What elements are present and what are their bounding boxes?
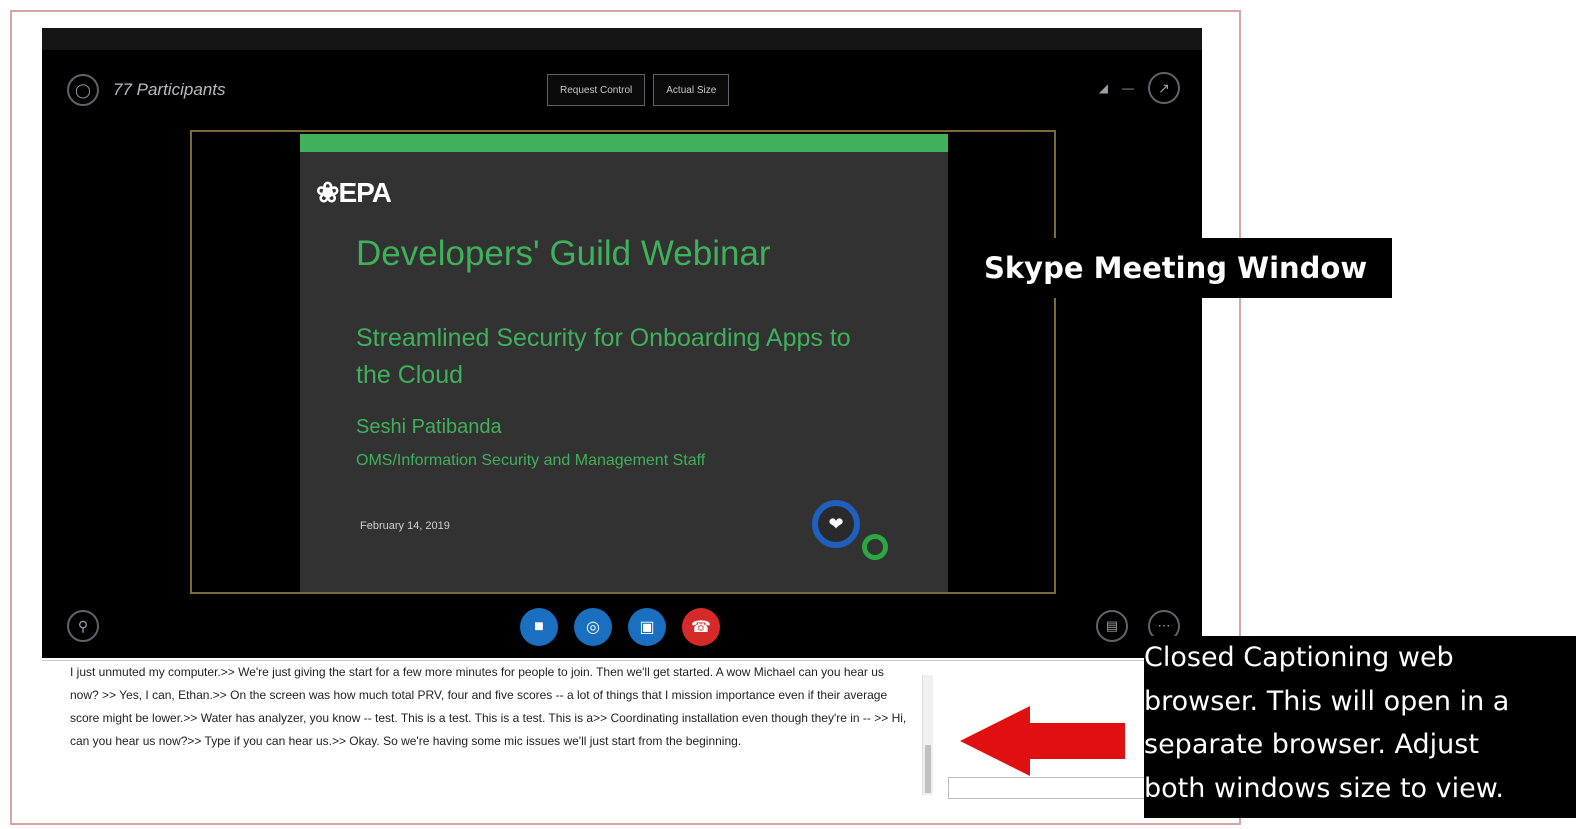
cc-label-line: separate browser. Adjust xyxy=(1144,729,1479,760)
content-stage: ❀EPA Developers' Guild Webinar Streamlin… xyxy=(190,130,1056,594)
chat-icon[interactable]: ◯ xyxy=(67,74,99,106)
top-left-bar: ◯ 77 Participants xyxy=(67,74,225,106)
end-call-icon[interactable]: ☎ xyxy=(682,608,720,646)
closed-captioning-label: Closed Captioning web browser. This will… xyxy=(1144,636,1576,818)
cc-label-line: Closed Captioning web xyxy=(1144,642,1454,673)
slide-date: February 14, 2019 xyxy=(360,520,450,532)
actual-size-button[interactable]: Actual Size xyxy=(653,74,730,106)
mic-icon[interactable]: ◎ xyxy=(574,608,612,646)
skype-meeting-window: ◯ 77 Participants Request Control Actual… xyxy=(42,28,1202,658)
slide-organization: OMS/Information Security and Management … xyxy=(356,452,706,469)
caption-scroll-thumb[interactable] xyxy=(925,745,931,793)
call-controls: ■ ◎ ▣ ☎ xyxy=(520,608,720,646)
participants-count[interactable]: 77 Participants xyxy=(113,80,225,100)
cc-label-line: browser. This will open in a xyxy=(1144,685,1510,717)
popout-icon[interactable]: ↗ xyxy=(1148,72,1180,104)
status-ring-icon xyxy=(862,534,888,560)
top-controls: Request Control Actual Size xyxy=(547,74,730,106)
epa-logo: ❀EPA xyxy=(316,177,392,208)
caption-input-field[interactable] xyxy=(948,777,1150,799)
skype-window-label: Skype Meeting Window xyxy=(972,238,1392,298)
slide-title: Developers' Guild Webinar xyxy=(356,234,771,273)
present-icon[interactable]: ▣ xyxy=(628,608,666,646)
top-right-bar: ◢ — ↗ xyxy=(1099,72,1180,104)
bottom-left-bar: ⚲ xyxy=(67,610,99,642)
presentation-slide: ❀EPA Developers' Guild Webinar Streamlin… xyxy=(300,134,948,592)
devices-icon[interactable]: ▤ xyxy=(1096,610,1128,642)
window-title-strip xyxy=(42,28,1202,50)
red-arrow-icon xyxy=(960,706,1125,776)
request-control-button[interactable]: Request Control xyxy=(547,74,646,106)
caption-scrollbar[interactable] xyxy=(922,675,933,795)
video-icon[interactable]: ■ xyxy=(520,608,558,646)
signal-icon: ◢ xyxy=(1098,81,1108,95)
minimize-icon[interactable]: — xyxy=(1122,81,1134,95)
slide-subtitle: Streamlined Security for Onboarding Apps… xyxy=(356,324,851,389)
slide-accent-bar xyxy=(300,134,948,152)
slide-presenter: Seshi Patibanda xyxy=(356,416,502,438)
caption-transcript: I just unmuted my computer.>> We're just… xyxy=(70,665,907,748)
cc-label-line: both windows size to view. xyxy=(1144,772,1504,804)
badge-icon: ❤ xyxy=(812,500,860,548)
conversation-icon[interactable]: ⚲ xyxy=(67,610,99,642)
